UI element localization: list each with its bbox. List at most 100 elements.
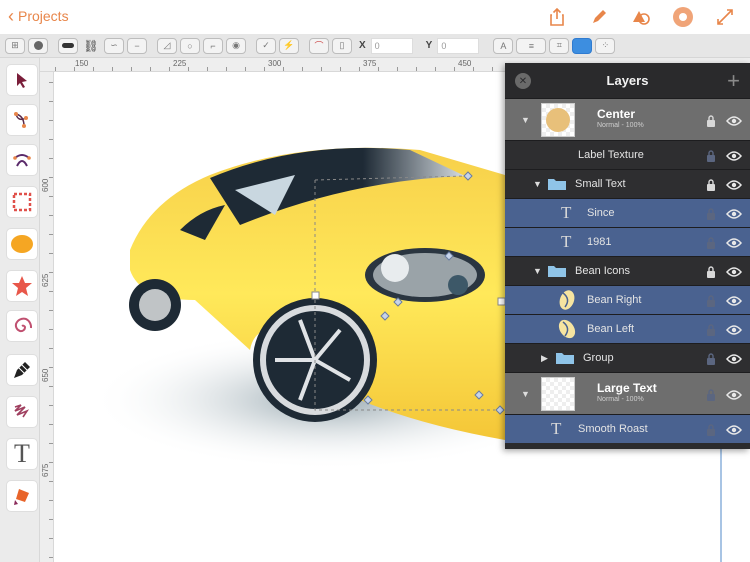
guide-line[interactable]	[720, 440, 722, 562]
check-button[interactable]: ✓	[256, 37, 276, 54]
layer-row[interactable]: ▼ Center Normal - 100%	[505, 98, 750, 140]
close-icon[interactable]: ✕	[515, 73, 531, 89]
layers-title: Layers	[606, 73, 649, 88]
expand-triangle-icon[interactable]: ▼	[533, 179, 542, 189]
layer-row[interactable]: ▼ Bean Icons	[505, 256, 750, 285]
ruler-tick	[340, 67, 341, 71]
spiral-tool[interactable]	[6, 310, 38, 342]
lock-icon[interactable]	[706, 323, 716, 336]
add-layer-icon[interactable]: +	[727, 68, 740, 94]
add-layer-button[interactable]: ⊞	[5, 37, 25, 54]
shapes-icon[interactable]	[628, 4, 654, 30]
eye-icon[interactable]	[726, 265, 742, 277]
lock-icon[interactable]	[706, 294, 716, 307]
eye-icon[interactable]	[726, 323, 742, 335]
selection-handle	[497, 297, 506, 306]
font-button[interactable]: A	[493, 37, 514, 54]
align-button[interactable]: ▯	[332, 37, 352, 54]
lock-icon[interactable]	[706, 114, 716, 127]
curve-button[interactable]: ⌒	[309, 37, 329, 54]
back-button[interactable]: ‹ Projects	[8, 7, 69, 25]
select-tool[interactable]	[6, 64, 38, 96]
text-tool[interactable]: T	[6, 438, 38, 470]
split-button[interactable]: ⚡	[279, 37, 299, 54]
node-icon	[14, 112, 28, 128]
expand-icon[interactable]	[712, 4, 738, 30]
pencil-tool[interactable]	[6, 354, 38, 386]
corner-button[interactable]: ⌐	[203, 37, 223, 54]
node-tool[interactable]	[6, 104, 38, 136]
eye-icon[interactable]	[726, 149, 742, 161]
expand-triangle-icon[interactable]: ▼	[521, 389, 530, 399]
ruler-tick	[93, 67, 94, 71]
ruler-tick	[49, 234, 53, 235]
eye-icon[interactable]	[726, 236, 742, 248]
layer-row[interactable]: Bean Right	[505, 285, 750, 314]
ruler-tick	[245, 67, 246, 71]
pill-button[interactable]	[58, 37, 78, 54]
lock-icon[interactable]	[706, 236, 716, 249]
text-align-button[interactable]: ≡	[516, 37, 547, 54]
pencil-icon[interactable]	[586, 4, 612, 30]
lock-icon[interactable]	[706, 207, 716, 220]
layer-row[interactable]: T 1981	[505, 227, 750, 256]
share-icon[interactable]	[544, 4, 570, 30]
ruler-v-label: 600	[41, 178, 50, 192]
layer-list: ▼ Center Normal - 100% Label Texture ▼ Small …	[505, 98, 750, 443]
star-tool[interactable]	[6, 270, 38, 302]
layer-row[interactable]: ▼ Small Text	[505, 169, 750, 198]
expand-right-icon[interactable]: ▶	[541, 353, 548, 364]
eye-icon[interactable]	[726, 114, 742, 126]
layer-name: Label Texture	[578, 149, 644, 161]
fill-tool[interactable]	[6, 480, 38, 512]
settings-icon[interactable]	[670, 4, 696, 30]
ruler-tick	[49, 177, 53, 178]
dots-button[interactable]: ⁘	[595, 37, 616, 54]
lock-icon[interactable]	[706, 178, 716, 191]
rectangle-tool[interactable]	[6, 186, 38, 218]
circle-outline-button[interactable]: ○	[180, 37, 200, 54]
lock-icon[interactable]	[706, 423, 716, 436]
eye-icon[interactable]	[726, 178, 742, 190]
ruler-tick	[49, 348, 53, 349]
brush-tool[interactable]	[6, 396, 38, 428]
layer-row[interactable]: T Since	[505, 198, 750, 227]
snap-button[interactable]: ⌗	[549, 37, 570, 54]
layer-row[interactable]: ▶ Group	[505, 343, 750, 372]
rectangle-icon	[12, 192, 32, 212]
eye-icon[interactable]	[726, 423, 742, 435]
expand-triangle-icon[interactable]: ▼	[521, 115, 530, 125]
layer-row[interactable]: T Smooth Roast	[505, 414, 750, 443]
circle-fill-button[interactable]	[28, 37, 48, 54]
minus-button[interactable]: −	[127, 37, 147, 54]
x-input[interactable]: 0	[370, 37, 413, 54]
lock-icon[interactable]	[706, 149, 716, 162]
spiral-icon	[14, 317, 33, 333]
layer-row[interactable]: ▼ Large Text Normal - 100%	[505, 372, 750, 414]
layer-row[interactable]: Bean Left	[505, 314, 750, 343]
link-button[interactable]: ∽	[104, 37, 124, 54]
break-link-button[interactable]: ⛓	[81, 38, 101, 54]
ruler-tick	[49, 424, 53, 425]
ruler-tick	[112, 67, 113, 71]
eye-icon[interactable]	[726, 352, 742, 364]
lock-icon[interactable]	[706, 265, 716, 278]
y-input[interactable]: 0	[437, 37, 480, 54]
layer-row[interactable]: Label Texture	[505, 140, 750, 169]
lock-icon[interactable]	[706, 352, 716, 365]
lock-icon[interactable]	[706, 388, 716, 401]
ruler-tick	[302, 67, 303, 71]
triangle-button[interactable]: ◿	[157, 37, 177, 54]
layers-panel: ✕ Layers + ▼ Center Normal - 100% Label Tex…	[505, 63, 750, 449]
radio-button[interactable]: ◉	[226, 37, 246, 54]
ruler-tick	[435, 67, 436, 71]
eye-icon[interactable]	[726, 294, 742, 306]
eye-icon[interactable]	[726, 207, 742, 219]
eye-icon[interactable]	[726, 388, 742, 400]
grid-button[interactable]	[572, 37, 593, 54]
ruler-tick	[49, 500, 53, 501]
pen-tool[interactable]	[6, 144, 38, 176]
ruler-tick	[49, 120, 53, 121]
ellipse-tool[interactable]	[6, 228, 38, 260]
expand-triangle-icon[interactable]: ▼	[533, 266, 542, 276]
